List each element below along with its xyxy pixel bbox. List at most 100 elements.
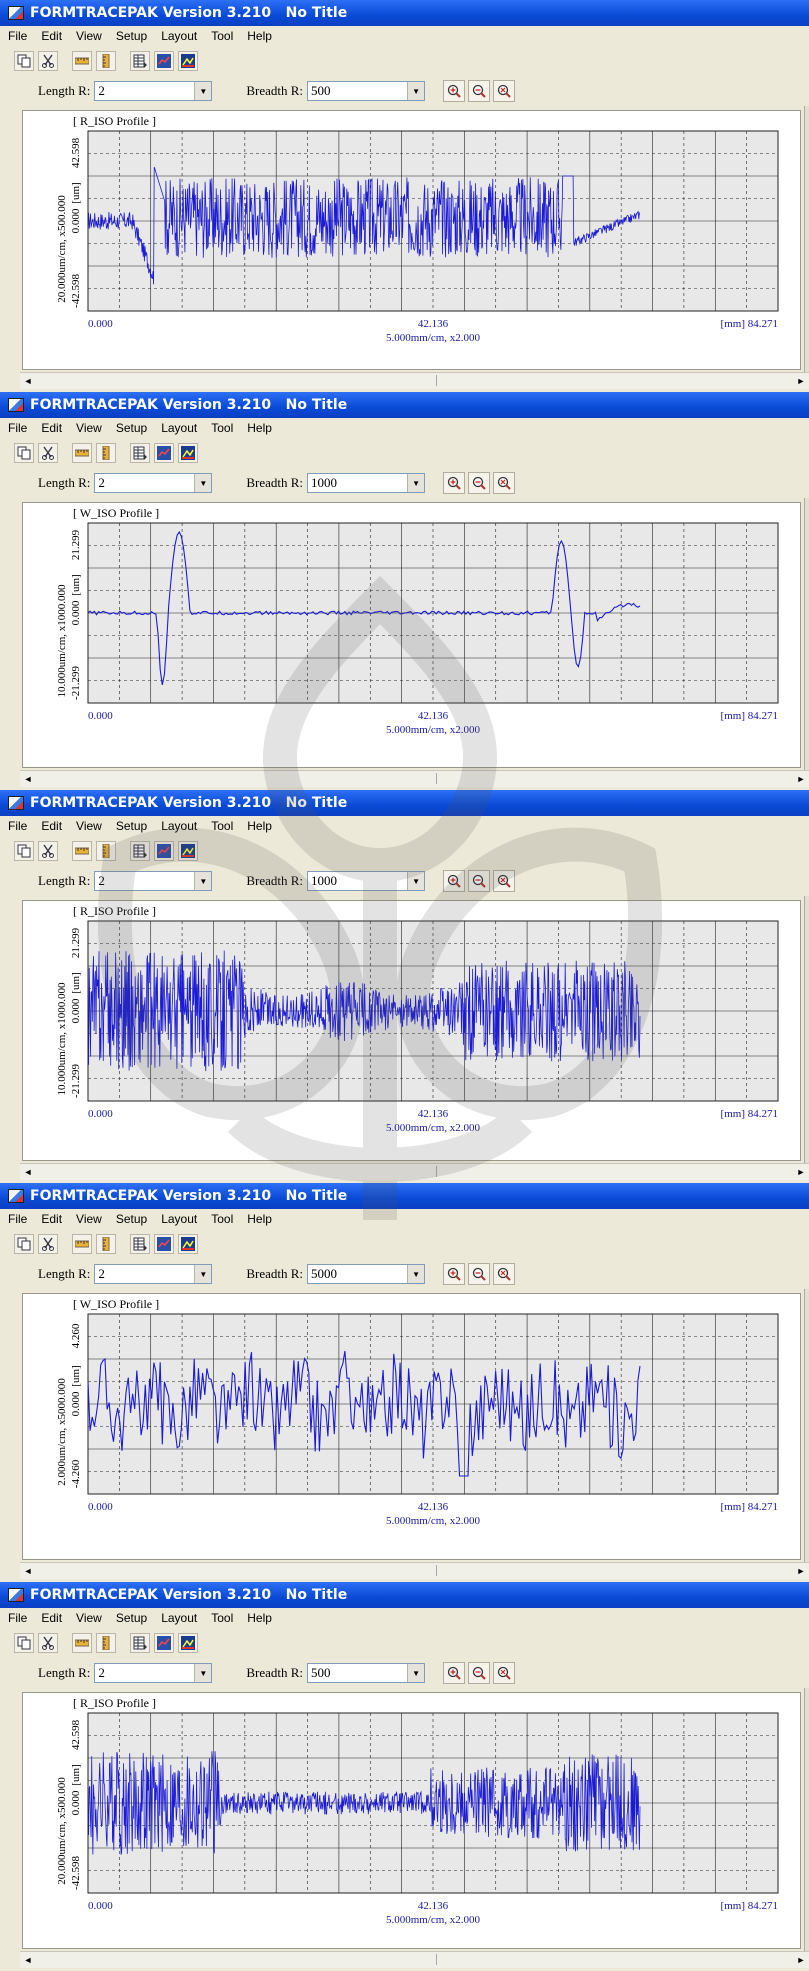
horizontal-scrollbar[interactable]: ◄ ► bbox=[20, 1562, 809, 1579]
breadth-select[interactable]: 500 ▼ bbox=[307, 1663, 426, 1683]
length-select[interactable]: 2 ▼ bbox=[94, 81, 213, 101]
scroll-left-icon[interactable]: ◄ bbox=[20, 1563, 36, 1579]
menu-tool[interactable]: Tool bbox=[211, 819, 233, 833]
scroll-thumb[interactable] bbox=[38, 773, 437, 784]
ruler-icon[interactable] bbox=[72, 841, 92, 861]
column-icon[interactable] bbox=[96, 51, 116, 71]
menu-help[interactable]: Help bbox=[247, 29, 272, 43]
chart-icon[interactable] bbox=[154, 1633, 174, 1653]
column-icon[interactable] bbox=[96, 1234, 116, 1254]
menu-file[interactable]: File bbox=[8, 1212, 27, 1226]
menu-edit[interactable]: Edit bbox=[41, 421, 62, 435]
column-icon[interactable] bbox=[96, 841, 116, 861]
zoom-in-icon[interactable] bbox=[443, 1263, 466, 1285]
vertical-scrollbar[interactable] bbox=[804, 896, 809, 1163]
chart-icon[interactable] bbox=[154, 443, 174, 463]
scroll-thumb[interactable] bbox=[38, 1954, 437, 1965]
table-icon[interactable] bbox=[130, 841, 150, 861]
chevron-down-icon[interactable]: ▼ bbox=[407, 474, 425, 492]
cut-icon[interactable] bbox=[38, 1234, 58, 1254]
menu-edit[interactable]: Edit bbox=[41, 1611, 62, 1625]
chart-icon[interactable] bbox=[154, 1234, 174, 1254]
zoom-fit-icon[interactable] bbox=[493, 80, 516, 102]
vertical-scrollbar[interactable] bbox=[804, 498, 809, 770]
breadth-select[interactable]: 1000 ▼ bbox=[307, 473, 426, 493]
scroll-thumb[interactable] bbox=[38, 375, 437, 386]
scroll-left-icon[interactable]: ◄ bbox=[20, 373, 36, 389]
length-select[interactable]: 2 ▼ bbox=[94, 1663, 213, 1683]
column-icon[interactable] bbox=[96, 443, 116, 463]
scroll-left-icon[interactable]: ◄ bbox=[20, 1952, 36, 1968]
table-icon[interactable] bbox=[130, 1633, 150, 1653]
menu-edit[interactable]: Edit bbox=[41, 819, 62, 833]
ruler-icon[interactable] bbox=[72, 51, 92, 71]
title-bar[interactable]: FORMTRACEPAK Version 3.210 No Title bbox=[0, 0, 809, 26]
menu-tool[interactable]: Tool bbox=[211, 1212, 233, 1226]
vertical-scrollbar[interactable] bbox=[804, 1688, 809, 1951]
zoom-out-icon[interactable] bbox=[468, 472, 491, 494]
menu-view[interactable]: View bbox=[76, 1611, 102, 1625]
menu-file[interactable]: File bbox=[8, 819, 27, 833]
title-bar[interactable]: FORMTRACEPAK Version 3.210 No Title bbox=[0, 392, 809, 418]
chart-icon[interactable] bbox=[154, 841, 174, 861]
menu-tool[interactable]: Tool bbox=[211, 29, 233, 43]
table-icon[interactable] bbox=[130, 1234, 150, 1254]
menu-file[interactable]: File bbox=[8, 421, 27, 435]
scroll-thumb[interactable] bbox=[38, 1166, 437, 1177]
menu-file[interactable]: File bbox=[8, 29, 27, 43]
export-icon[interactable] bbox=[178, 1234, 198, 1254]
copy-icon[interactable] bbox=[14, 841, 34, 861]
chevron-down-icon[interactable]: ▼ bbox=[194, 474, 212, 492]
menu-help[interactable]: Help bbox=[247, 1212, 272, 1226]
cut-icon[interactable] bbox=[38, 1633, 58, 1653]
cut-icon[interactable] bbox=[38, 443, 58, 463]
menu-edit[interactable]: Edit bbox=[41, 1212, 62, 1226]
copy-icon[interactable] bbox=[14, 1633, 34, 1653]
table-icon[interactable] bbox=[130, 51, 150, 71]
title-bar[interactable]: FORMTRACEPAK Version 3.210 No Title bbox=[0, 790, 809, 816]
menu-help[interactable]: Help bbox=[247, 421, 272, 435]
zoom-out-icon[interactable] bbox=[468, 80, 491, 102]
length-select[interactable]: 2 ▼ bbox=[94, 473, 213, 493]
scroll-right-icon[interactable]: ► bbox=[793, 771, 809, 787]
length-select[interactable]: 2 ▼ bbox=[94, 871, 213, 891]
menu-view[interactable]: View bbox=[76, 421, 102, 435]
breadth-select[interactable]: 1000 ▼ bbox=[307, 871, 426, 891]
menu-layout[interactable]: Layout bbox=[161, 421, 197, 435]
chevron-down-icon[interactable]: ▼ bbox=[194, 1265, 212, 1283]
copy-icon[interactable] bbox=[14, 443, 34, 463]
menu-view[interactable]: View bbox=[76, 29, 102, 43]
menu-setup[interactable]: Setup bbox=[116, 1611, 147, 1625]
horizontal-scrollbar[interactable]: ◄ ► bbox=[20, 770, 809, 787]
menu-view[interactable]: View bbox=[76, 819, 102, 833]
copy-icon[interactable] bbox=[14, 1234, 34, 1254]
scroll-thumb[interactable] bbox=[38, 1565, 437, 1576]
menu-help[interactable]: Help bbox=[247, 819, 272, 833]
chart-icon[interactable] bbox=[154, 51, 174, 71]
zoom-in-icon[interactable] bbox=[443, 870, 466, 892]
menu-layout[interactable]: Layout bbox=[161, 1212, 197, 1226]
zoom-fit-icon[interactable] bbox=[493, 1263, 516, 1285]
chevron-down-icon[interactable]: ▼ bbox=[194, 1664, 212, 1682]
title-bar[interactable]: FORMTRACEPAK Version 3.210 No Title bbox=[0, 1582, 809, 1608]
zoom-fit-icon[interactable] bbox=[493, 1662, 516, 1684]
length-select[interactable]: 2 ▼ bbox=[94, 1264, 213, 1284]
export-icon[interactable] bbox=[178, 841, 198, 861]
horizontal-scrollbar[interactable]: ◄ ► bbox=[20, 1951, 809, 1968]
cut-icon[interactable] bbox=[38, 51, 58, 71]
menu-tool[interactable]: Tool bbox=[211, 421, 233, 435]
horizontal-scrollbar[interactable]: ◄ ► bbox=[20, 1163, 809, 1180]
scroll-right-icon[interactable]: ► bbox=[793, 1563, 809, 1579]
menu-edit[interactable]: Edit bbox=[41, 29, 62, 43]
export-icon[interactable] bbox=[178, 1633, 198, 1653]
chevron-down-icon[interactable]: ▼ bbox=[407, 1664, 425, 1682]
scroll-left-icon[interactable]: ◄ bbox=[20, 771, 36, 787]
vertical-scrollbar[interactable] bbox=[804, 1289, 809, 1562]
copy-icon[interactable] bbox=[14, 51, 34, 71]
chevron-down-icon[interactable]: ▼ bbox=[407, 872, 425, 890]
ruler-icon[interactable] bbox=[72, 1633, 92, 1653]
scroll-right-icon[interactable]: ► bbox=[793, 1164, 809, 1180]
menu-layout[interactable]: Layout bbox=[161, 29, 197, 43]
zoom-in-icon[interactable] bbox=[443, 1662, 466, 1684]
column-icon[interactable] bbox=[96, 1633, 116, 1653]
